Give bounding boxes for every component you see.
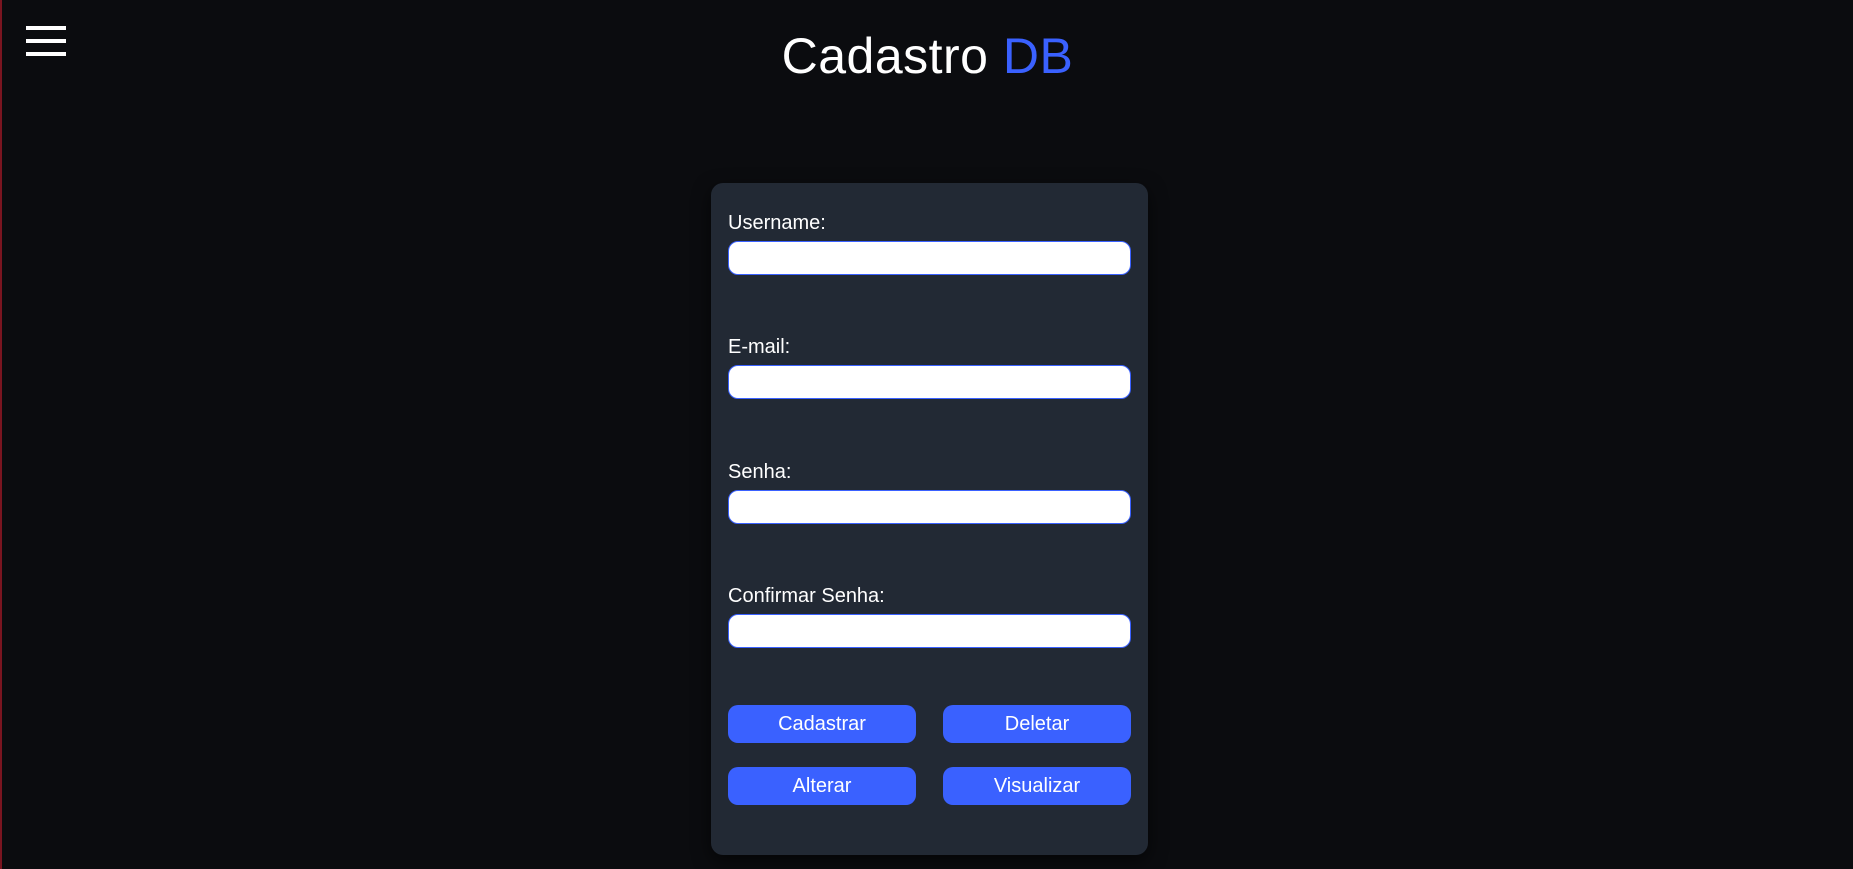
- alterar-button[interactable]: Alterar: [728, 767, 916, 805]
- page-title-accent: DB: [1002, 28, 1074, 84]
- password-input[interactable]: [728, 490, 1131, 524]
- email-field-group: E-mail:: [728, 335, 1131, 399]
- password-field-group: Senha:: [728, 460, 1131, 524]
- password-label: Senha:: [728, 461, 792, 483]
- username-input[interactable]: [728, 241, 1131, 275]
- email-label: E-mail:: [728, 336, 791, 358]
- username-field-group: Username:: [728, 211, 1131, 275]
- cadastrar-button[interactable]: Cadastrar: [728, 705, 916, 743]
- username-label: Username:: [728, 212, 826, 234]
- registration-form-card: Username: E-mail: Senha: Confirmar Senha…: [711, 183, 1148, 855]
- email-input[interactable]: [728, 365, 1131, 399]
- visualizar-button[interactable]: Visualizar: [943, 767, 1131, 805]
- confirm-password-input[interactable]: [728, 614, 1131, 648]
- confirm-password-label: Confirmar Senha:: [728, 585, 885, 607]
- page: Cadastro DB Username: E-mail: Senha: Con…: [0, 0, 1853, 869]
- page-title: Cadastro DB: [2, 26, 1853, 86]
- deletar-button[interactable]: Deletar: [943, 705, 1131, 743]
- page-title-main: Cadastro: [781, 28, 989, 84]
- confirm-password-field-group: Confirmar Senha:: [728, 584, 1131, 648]
